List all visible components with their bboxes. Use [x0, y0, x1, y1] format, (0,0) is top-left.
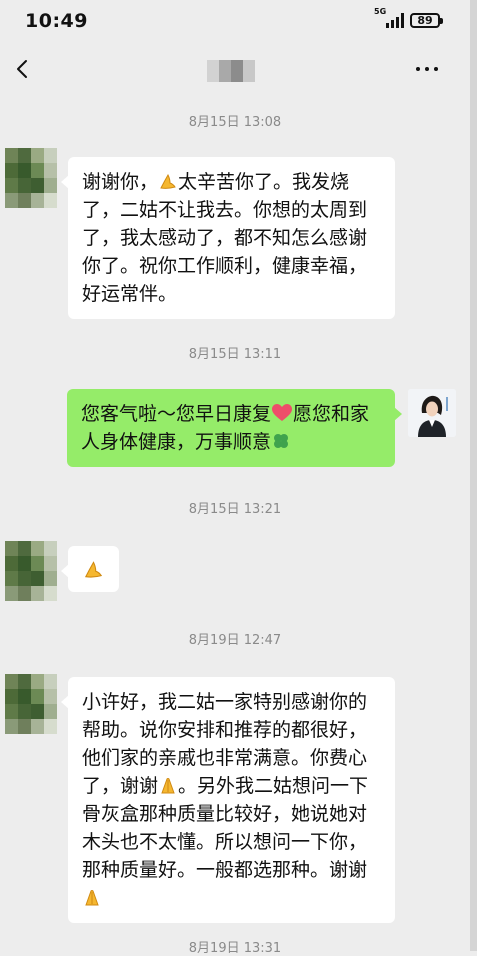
- battery-icon: 89: [410, 12, 443, 28]
- message-line: 愿您和家: [293, 403, 370, 425]
- heart-emoji: [272, 404, 293, 421]
- message-line: 他们家的亲戚也非常满意。你费心: [82, 747, 368, 769]
- person-portrait-icon: [408, 389, 456, 437]
- message-bubble[interactable]: [61, 546, 119, 592]
- contact-avatar[interactable]: [5, 674, 57, 734]
- pray-hands-emoji: [161, 778, 175, 794]
- contact-name-blurred: [207, 60, 255, 82]
- battery-level: 89: [417, 13, 433, 27]
- message-line: 你了。祝你工作顺利，健康幸福，: [82, 255, 368, 277]
- message-bubble[interactable]: 谢谢你， 太辛苦你了。我发烧 了，二姑不让我去。你想的太周到 了，我太感动了，都不…: [61, 157, 395, 319]
- message-line: 骨灰盒那种质量比较好，她说她对: [82, 803, 368, 825]
- message-line: 木头也不太懂。所以想问一下你，: [82, 831, 368, 853]
- message-timestamp: 8月19日 13:31: [188, 941, 282, 956]
- scrollbar-track: [470, 0, 477, 951]
- message-line: 。另外我二姑想问一下: [178, 775, 369, 797]
- message-line: 谢谢你，: [82, 171, 159, 193]
- message-line: 了，二姑不让我去。你想的太周到: [82, 199, 368, 221]
- pray-hands-emoji: [160, 173, 176, 189]
- message-line: 好运常伴。: [82, 283, 178, 305]
- pray-hands-emoji: [85, 890, 99, 906]
- message-line: 帮助。说你安排和推荐的都很好，: [82, 719, 368, 741]
- message-timestamp: 8月15日 13:08: [188, 115, 282, 130]
- signal-icon: 5G: [374, 7, 404, 28]
- message-line: 那种质量好。一般都选那种。谢谢: [82, 859, 368, 881]
- clover-emoji: [274, 434, 289, 448]
- message-bubble-self[interactable]: 您客气啦～您早日康复 愿您和家 人身体健康，万事顺意: [67, 389, 402, 467]
- message-timestamp: 8月19日 12:47: [188, 633, 282, 648]
- message-timestamp: 8月15日 13:21: [188, 502, 282, 517]
- contact-avatar[interactable]: [5, 148, 57, 208]
- chevron-left-icon[interactable]: [12, 58, 34, 80]
- message-timestamp: 8月15日 13:11: [188, 347, 282, 362]
- message-line: 您客气啦～您早日康复: [81, 403, 272, 425]
- chat-header: [0, 44, 470, 96]
- more-dots-icon[interactable]: [416, 67, 438, 71]
- message-bubble[interactable]: 小许好，我二姑一家特别感谢你的 帮助。说你安排和推荐的都很好， 他们家的亲戚也非…: [61, 677, 395, 923]
- message-line: 小许好，我二姑一家特别感谢你的: [82, 691, 368, 713]
- message-line: 了，我太感动了，都不知怎么感谢: [82, 227, 368, 249]
- status-time: 10:49: [25, 10, 88, 32]
- self-avatar[interactable]: [408, 389, 456, 437]
- network-type: 5G: [374, 7, 387, 16]
- contact-avatar[interactable]: [5, 541, 57, 601]
- message-line: 了，谢谢: [82, 775, 159, 797]
- message-line: 人身体健康，万事顺意: [81, 431, 272, 453]
- pray-hands-emoji: [84, 561, 103, 578]
- status-icons: 5G 89: [374, 7, 443, 28]
- status-bar: 10:49 5G 89: [0, 0, 470, 44]
- message-line: 太辛苦你了。我发烧: [178, 171, 350, 193]
